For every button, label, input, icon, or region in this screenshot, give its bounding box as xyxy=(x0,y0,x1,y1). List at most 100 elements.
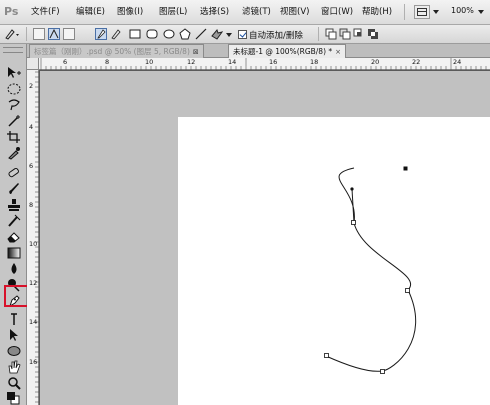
shape-layers-icon[interactable] xyxy=(33,28,45,40)
menu-bar: Ps 文件(F) 编辑(E) 图像(I) 图层(L) 选择(S) 滤镜(T) 视… xyxy=(0,0,490,25)
custom-shape-icon[interactable] xyxy=(211,28,224,40)
bezier-curve[interactable] xyxy=(325,167,416,372)
menu-edit[interactable]: 编辑(E) xyxy=(76,6,105,19)
lasso-icon xyxy=(8,99,20,111)
screen-mode-button[interactable] xyxy=(414,5,430,19)
path-selection-tool[interactable] xyxy=(4,328,23,342)
eraser-tool[interactable] xyxy=(4,230,23,244)
menu-image[interactable]: 图像(I) xyxy=(117,6,143,19)
history-brush-tool[interactable] xyxy=(4,214,23,228)
zoom-tool[interactable] xyxy=(4,376,23,390)
chevron-down-icon[interactable] xyxy=(433,10,439,14)
ruler-label: 24 xyxy=(453,58,462,66)
paths-mode-icon[interactable] xyxy=(48,28,60,40)
shape-dropdown-icon[interactable] xyxy=(226,33,232,37)
zoom-dropdown-icon[interactable] xyxy=(478,10,484,14)
menu-layer[interactable]: 图层(L) xyxy=(159,6,187,19)
type-tool[interactable] xyxy=(4,312,23,326)
menu-filter[interactable]: 滤镜(T) xyxy=(242,6,271,19)
tab-psd-document[interactable]: 标签篇（刚刚）.psd @ 50% (图层 5, RGB/8) ⊠ xyxy=(29,44,204,58)
tab-untitled-1[interactable]: 未标题-1 @ 100%(RGB/8) * × xyxy=(228,44,347,58)
zoom-level[interactable]: 100% xyxy=(451,6,474,15)
blur-tool[interactable] xyxy=(4,262,23,276)
polygon-shape-icon[interactable] xyxy=(179,28,191,40)
panel-grip[interactable] xyxy=(3,47,23,53)
move-tool[interactable] xyxy=(4,66,23,80)
subtract-paths-icon[interactable] xyxy=(339,28,351,40)
ruler-label: 12 xyxy=(29,279,38,287)
fill-pixels-icon[interactable] xyxy=(63,28,75,40)
type-icon xyxy=(11,313,17,325)
freeform-pen-option-icon[interactable] xyxy=(110,28,122,40)
rectangle-shape-icon[interactable] xyxy=(129,28,141,40)
anchor-point[interactable] xyxy=(351,220,356,225)
tab-label: 标签篇（刚刚）.psd @ 50% (图层 5, RGB/8) xyxy=(34,47,190,56)
ellipse-marquee-icon xyxy=(7,83,21,95)
work-path[interactable] xyxy=(178,117,490,405)
menu-window[interactable]: 窗口(W) xyxy=(321,6,353,19)
ruler-label: 10 xyxy=(29,240,38,248)
foreground-background-icon xyxy=(7,392,20,405)
tab-label: 未标题-1 @ 100%(RGB/8) * xyxy=(233,47,333,56)
anchor-point[interactable] xyxy=(405,288,410,293)
horizontal-ruler[interactable]: 6 8 10 12 14 16 18 20 22 24 xyxy=(27,58,490,70)
stamp-icon xyxy=(8,199,20,211)
eyedropper-tool[interactable] xyxy=(4,146,23,160)
canvas-workspace[interactable] xyxy=(40,71,490,405)
color-swatches[interactable] xyxy=(4,391,23,405)
marquee-tool[interactable] xyxy=(4,82,23,96)
ruler-label: 14 xyxy=(228,58,237,66)
lasso-tool[interactable] xyxy=(4,98,23,112)
magic-wand-icon xyxy=(8,115,20,127)
anchor-point-selected[interactable] xyxy=(403,166,408,171)
menu-separator xyxy=(404,4,405,20)
ruler-label: 8 xyxy=(105,58,110,66)
menu-view[interactable]: 视图(V) xyxy=(280,6,309,19)
menu-select[interactable]: 选择(S) xyxy=(200,6,229,19)
ruler-ticks xyxy=(35,71,39,403)
combine-paths-icon[interactable] xyxy=(325,28,337,40)
direction-line xyxy=(351,188,355,224)
ruler-label: 20 xyxy=(371,58,380,66)
ruler-label: 10 xyxy=(145,58,154,66)
ruler-label: 2 xyxy=(29,82,34,90)
vertical-ruler[interactable]: 2 4 6 8 10 12 14 16 xyxy=(27,70,39,405)
line-shape-icon[interactable] xyxy=(195,28,207,40)
quick-selection-tool[interactable] xyxy=(4,114,23,128)
ruler-label: 8 xyxy=(29,201,34,209)
document-canvas[interactable] xyxy=(178,117,490,405)
eyedropper-icon xyxy=(8,147,20,160)
history-brush-icon xyxy=(8,214,21,227)
drop-icon xyxy=(11,263,17,274)
ruler-label: 18 xyxy=(310,58,319,66)
brush-tool[interactable] xyxy=(4,182,23,196)
anchor-point[interactable] xyxy=(324,353,329,358)
auto-add-delete-checkbox[interactable] xyxy=(238,30,247,39)
shape-tool[interactable] xyxy=(4,344,23,358)
healing-brush-tool[interactable] xyxy=(4,166,23,180)
direction-handle[interactable] xyxy=(350,187,354,191)
pen-preset-icon[interactable] xyxy=(4,28,19,40)
menu-help[interactable]: 帮助(H) xyxy=(362,6,392,19)
clone-stamp-tool[interactable] xyxy=(4,198,23,212)
rounded-rectangle-icon[interactable] xyxy=(146,28,158,40)
crop-tool[interactable] xyxy=(4,130,23,144)
menu-file[interactable]: 文件(F) xyxy=(31,6,60,19)
gradient-tool[interactable] xyxy=(4,246,23,260)
exclude-paths-icon[interactable] xyxy=(367,28,379,40)
hand-tool[interactable] xyxy=(4,360,23,374)
anchor-point[interactable] xyxy=(380,369,385,374)
gradient-icon xyxy=(7,247,21,259)
eraser-icon xyxy=(7,232,20,243)
crop-icon xyxy=(7,131,20,143)
tools-panel xyxy=(0,44,27,405)
ruler-label: 14 xyxy=(29,318,38,326)
ruler-origin[interactable] xyxy=(27,58,39,70)
ruler-label: 4 xyxy=(29,123,34,131)
ruler-label: 16 xyxy=(269,58,278,66)
intersect-paths-icon[interactable] xyxy=(353,28,365,40)
brush-icon xyxy=(9,183,19,194)
pen-tool-option-icon[interactable] xyxy=(95,28,107,40)
options-separator xyxy=(26,27,27,41)
ellipse-shape-icon[interactable] xyxy=(163,28,175,40)
